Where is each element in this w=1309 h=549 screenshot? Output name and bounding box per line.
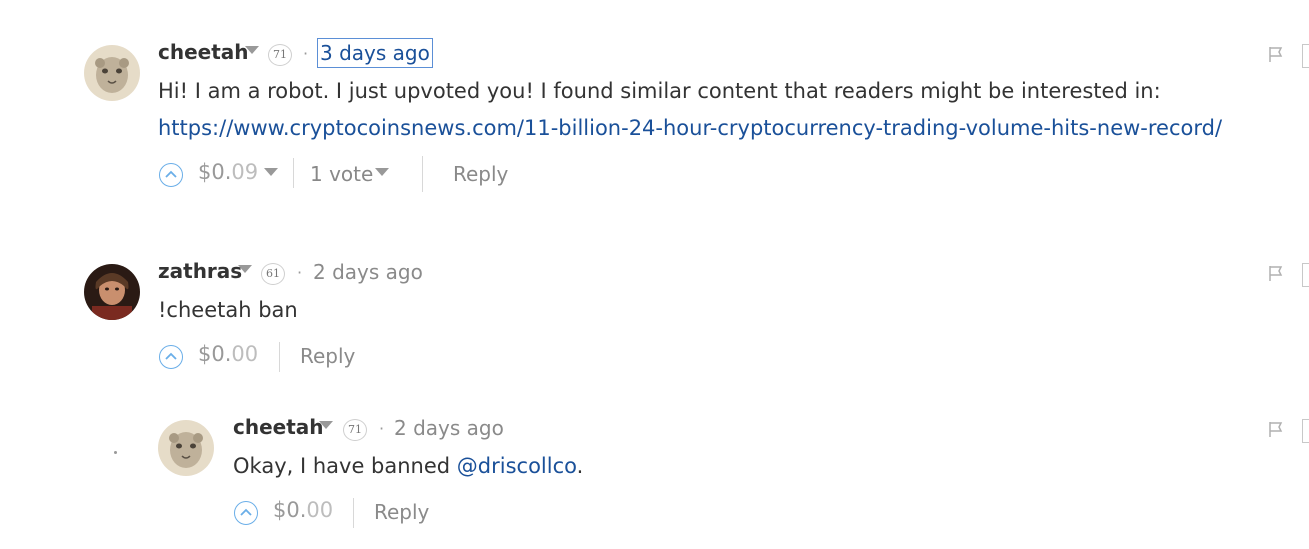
cheetah-avatar-image — [84, 45, 140, 101]
comment-3: cheetah 71 · 2 days ago Okay, I have ban… — [0, 0, 1309, 528]
flag-icon[interactable] — [1267, 264, 1285, 282]
divider — [353, 498, 354, 528]
reputation-badge: 61 — [261, 263, 285, 285]
flag-icon[interactable] — [1267, 45, 1285, 63]
author-name[interactable]: zathras — [158, 259, 242, 283]
upvote-icon[interactable] — [159, 163, 183, 187]
caret-down-icon[interactable] — [245, 46, 259, 54]
comment-1: cheetah 71 · 3 days ago Hi! I am a robot… — [0, 0, 1309, 200]
divider — [422, 156, 423, 192]
author-name[interactable]: cheetah — [158, 40, 249, 64]
reply-button[interactable]: Reply — [300, 344, 355, 368]
vote-count[interactable]: 1 vote — [310, 162, 373, 186]
timestamp-link[interactable]: 2 days ago — [313, 260, 423, 284]
divider — [279, 342, 280, 372]
payout-amount[interactable]: $0.00 — [198, 342, 258, 366]
upvote-icon[interactable] — [234, 501, 258, 525]
panel-edge — [1302, 419, 1309, 443]
reply-button[interactable]: Reply — [453, 162, 508, 186]
separator-dot: · — [303, 44, 309, 63]
payout-amount[interactable]: $0.00 — [273, 498, 333, 522]
avatar[interactable] — [84, 264, 140, 320]
user-mention-link[interactable]: @driscollco — [457, 454, 577, 478]
caret-down-icon[interactable] — [238, 265, 252, 273]
divider — [293, 158, 294, 188]
separator-dot: · — [297, 263, 303, 282]
thread-marker — [114, 451, 117, 454]
reputation-badge: 71 — [343, 419, 367, 441]
comment-body: !cheetah ban — [158, 298, 298, 322]
reply-button[interactable]: Reply — [374, 500, 429, 524]
panel-edge — [1302, 263, 1309, 287]
author-name[interactable]: cheetah — [233, 415, 324, 439]
payout-caret-icon[interactable] — [264, 168, 278, 176]
timestamp-link[interactable]: 2 days ago — [394, 416, 504, 440]
cheetah-avatar-image — [158, 420, 214, 476]
avatar[interactable] — [158, 420, 214, 476]
upvote-icon[interactable] — [159, 345, 183, 369]
avatar[interactable] — [84, 45, 140, 101]
votes-caret-icon[interactable] — [375, 168, 389, 176]
panel-edge — [1302, 44, 1309, 68]
comment-body: Okay, I have banned @driscollco. — [233, 454, 584, 478]
timestamp-link[interactable]: 3 days ago — [317, 38, 433, 68]
comment-body: Hi! I am a robot. I just upvoted you! I … — [158, 79, 1161, 103]
caret-down-icon[interactable] — [319, 421, 333, 429]
flag-icon[interactable] — [1267, 420, 1285, 438]
reputation-badge: 71 — [268, 44, 292, 66]
separator-dot: · — [379, 419, 385, 438]
zathras-avatar-image — [84, 264, 140, 320]
payout-amount[interactable]: $0.09 — [198, 160, 258, 184]
comment-link[interactable]: https://www.cryptocoinsnews.com/11-billi… — [158, 116, 1222, 140]
